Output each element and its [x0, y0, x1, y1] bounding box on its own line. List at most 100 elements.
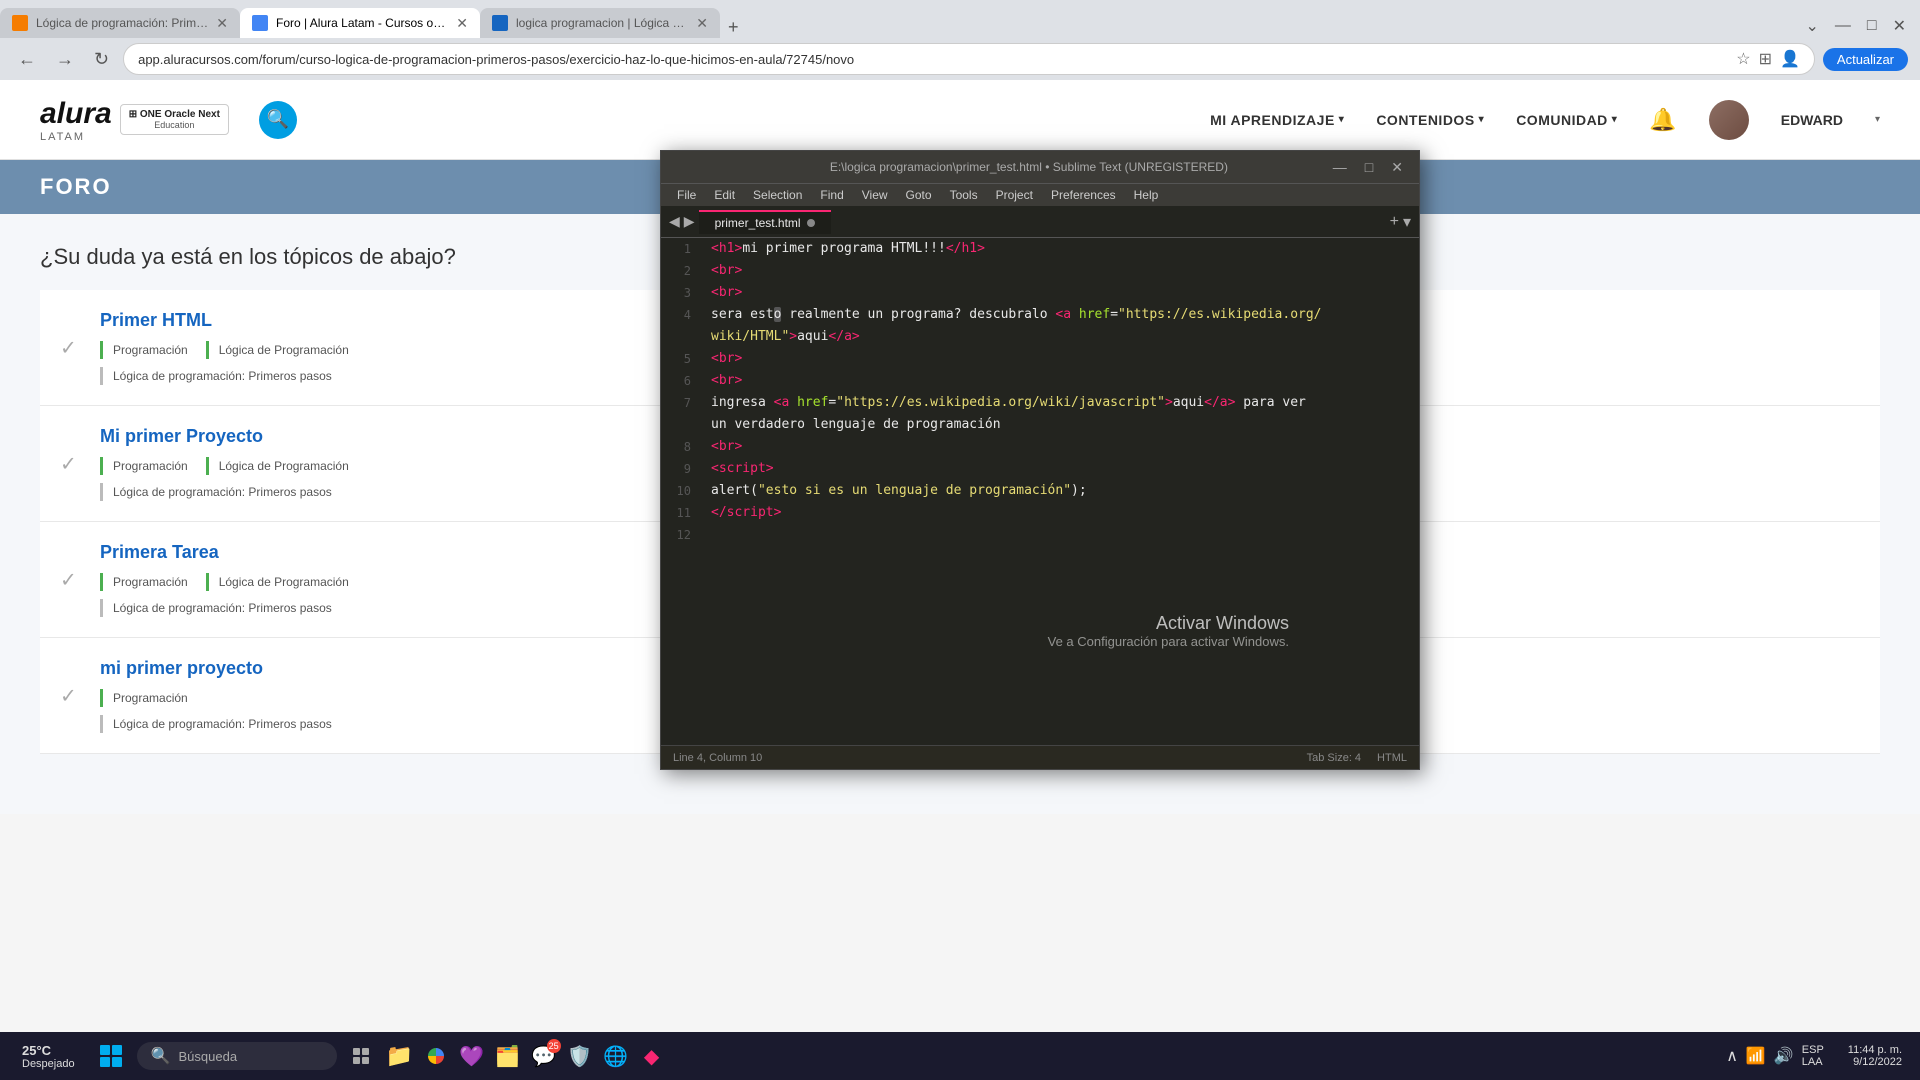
url-bar[interactable]: app.aluracursos.com/forum/curso-logica-d…	[123, 43, 1815, 75]
forward-button[interactable]: →	[50, 45, 80, 74]
one-badge: ⊞ ONE Oracle Next Education	[120, 104, 229, 135]
tray-locale: ESPLAA	[1802, 1044, 1824, 1068]
browser-tab-2[interactable]: Foro | Alura Latam - Cursos onli... ✕	[240, 8, 480, 38]
tab-bar: Lógica de programación: Primer... ✕ Foro…	[0, 0, 1920, 38]
code-line-2: <br>	[711, 260, 1409, 282]
avatar[interactable]	[1709, 100, 1749, 140]
system-date: 9/12/2022	[1853, 1056, 1902, 1068]
sublime-menu-tools[interactable]: Tools	[942, 186, 986, 204]
minimize-window-button[interactable]: —	[1829, 15, 1857, 37]
activate-windows-sub: Ve a Configuración para activar Windows.	[1048, 634, 1289, 649]
sublime-code-area[interactable]: <h1>mi primer programa HTML!!!</h1> <br>…	[701, 238, 1419, 745]
sublime-menu-edit[interactable]: Edit	[706, 186, 743, 204]
sublime-menu-preferences[interactable]: Preferences	[1043, 186, 1124, 204]
system-clock[interactable]: 11:44 p. m. 9/12/2022	[1842, 1044, 1908, 1068]
taskbar-task-view[interactable]	[345, 1040, 377, 1072]
tray-arrow-icon[interactable]: ∧	[1726, 1046, 1738, 1066]
close-window-button[interactable]: ✕	[1887, 14, 1912, 38]
alura-logo: alura LATAM ⊞ ONE Oracle Next Education	[40, 97, 229, 143]
start-button[interactable]	[93, 1038, 129, 1074]
system-tray: ∧ 📶 🔊 ESPLAA	[1716, 1044, 1834, 1068]
chevron-down-icon: ▾	[1479, 114, 1485, 125]
back-button[interactable]: ←	[12, 45, 42, 74]
search-button[interactable]: 🔍	[259, 101, 297, 139]
tray-volume-icon[interactable]: 🔊	[1774, 1046, 1794, 1066]
taskbar-search[interactable]: 🔍 Búsqueda	[137, 1042, 337, 1070]
tab-favicon-3	[492, 15, 508, 31]
sublime-close-button[interactable]: ✕	[1385, 157, 1409, 178]
taskbar-app-sublime[interactable]: ◆	[637, 1041, 667, 1071]
sublime-menu-project[interactable]: Project	[988, 186, 1041, 204]
logo-latam: LATAM	[40, 131, 112, 143]
nav-mi-aprendizaje[interactable]: MI APRENDIZAJE ▾	[1210, 112, 1344, 128]
browser-tab-3[interactable]: logica programacion | Lógica de... ✕	[480, 8, 720, 38]
tag-logica-1: Lógica de Programación	[206, 457, 359, 475]
one-badge-line2: Education	[154, 120, 194, 130]
activate-windows-title: Activar Windows	[1048, 613, 1289, 634]
system-time: 11:44 p. m.	[1848, 1044, 1902, 1056]
taskbar-chrome[interactable]	[421, 1041, 451, 1071]
taskbar-search-icon: 🔍	[151, 1046, 171, 1066]
sublime-menu-file[interactable]: File	[669, 186, 704, 204]
bell-icon[interactable]: 🔔	[1649, 107, 1676, 133]
taskbar-explorer2[interactable]: 🗂️	[493, 1041, 523, 1071]
sublime-menu-help[interactable]: Help	[1126, 186, 1167, 204]
taskbar-app-avast[interactable]: 🛡️	[565, 1041, 595, 1071]
profile-icon[interactable]: 👤	[1780, 49, 1800, 69]
tab-close-1[interactable]: ✕	[216, 15, 228, 32]
tab-close-2[interactable]: ✕	[456, 15, 468, 32]
sublime-editor[interactable]: 1 2 3 4 5 6 7 8 9 10 11 12 <h1>mi primer…	[661, 238, 1419, 745]
new-tab-button[interactable]: +	[720, 17, 747, 38]
user-chevron-icon[interactable]: ▾	[1875, 114, 1880, 125]
sublime-menu-selection[interactable]: Selection	[745, 186, 810, 204]
tag-logica-2: Lógica de Programación	[206, 573, 359, 591]
code-line-4b: wiki/HTML">aqui</a>	[711, 326, 1409, 348]
browser-tab-1[interactable]: Lógica de programación: Primer... ✕	[0, 8, 240, 38]
update-button[interactable]: Actualizar	[1823, 48, 1908, 71]
tab-controls: ⌄ — □ ✕	[1800, 14, 1920, 38]
code-line-11: </script>	[711, 502, 1409, 524]
sublime-menu-view[interactable]: View	[854, 186, 896, 204]
tag-programacion-2: Programación	[100, 573, 198, 591]
tab-close-3[interactable]: ✕	[696, 15, 708, 32]
maximize-window-button[interactable]: □	[1861, 15, 1883, 37]
sublime-status-lang: HTML	[1377, 752, 1407, 764]
explorer2-icon: 🗂️	[495, 1044, 520, 1069]
nav-contenidos[interactable]: CONTENIDOS ▾	[1376, 112, 1484, 128]
taskbar-teams[interactable]: 💜	[457, 1041, 487, 1071]
tab-label-2: Foro | Alura Latam - Cursos onli...	[276, 16, 448, 30]
code-line-10: alert("esto si es un lenguaje de program…	[711, 480, 1409, 502]
nav-comunidad[interactable]: COMUNIDAD ▾	[1516, 112, 1617, 128]
tag-programacion-3: Programación	[100, 689, 198, 707]
sublime-maximize-button[interactable]: □	[1359, 157, 1379, 178]
reload-button[interactable]: ↻	[88, 45, 115, 74]
sublime-new-tab-button[interactable]: +	[1390, 212, 1399, 232]
tab-label-3: logica programacion | Lógica de...	[516, 16, 688, 30]
header-nav: MI APRENDIZAJE ▾ CONTENIDOS ▾ COMUNIDAD …	[1210, 100, 1880, 140]
taskbar-app-whatsapp[interactable]: 💬 25	[529, 1041, 559, 1071]
forum-item-course-1: Lógica de programación: Primeros pasos	[100, 483, 342, 501]
whatsapp-badge: 25	[547, 1039, 561, 1053]
extensions-icon[interactable]: ⊞	[1759, 49, 1772, 69]
user-name[interactable]: EDWARD	[1781, 112, 1843, 128]
sublime-menu-goto[interactable]: Goto	[898, 186, 940, 204]
sublime-menu-find[interactable]: Find	[812, 186, 851, 204]
tray-network-icon[interactable]: 📶	[1746, 1046, 1766, 1066]
chrome-icon	[428, 1048, 444, 1064]
sublime-unsaved-indicator	[807, 219, 815, 227]
logo-wordmark: alura LATAM	[40, 97, 112, 143]
url-icons: ☆ ⊞ 👤	[1736, 49, 1800, 69]
code-line-8: <br>	[711, 436, 1409, 458]
sublime-minimize-button[interactable]: —	[1327, 157, 1353, 178]
sublime-active-tab[interactable]: primer_test.html	[699, 210, 831, 234]
teams-icon: 💜	[459, 1044, 484, 1069]
star-icon[interactable]: ☆	[1736, 49, 1750, 69]
taskbar-file-explorer[interactable]: 📁	[385, 1041, 415, 1071]
sublime-tab-back[interactable]: ◀	[669, 213, 680, 230]
sublime-tab-list-button[interactable]: ▾	[1403, 212, 1411, 232]
tab-minimize-button[interactable]: ⌄	[1800, 14, 1825, 38]
code-line-12	[711, 524, 1409, 546]
sublime-tab-actions: + ▾	[1390, 212, 1411, 232]
taskbar-app-browser2[interactable]: 🌐	[601, 1041, 631, 1071]
sublime-tab-forward[interactable]: ▶	[684, 213, 695, 230]
